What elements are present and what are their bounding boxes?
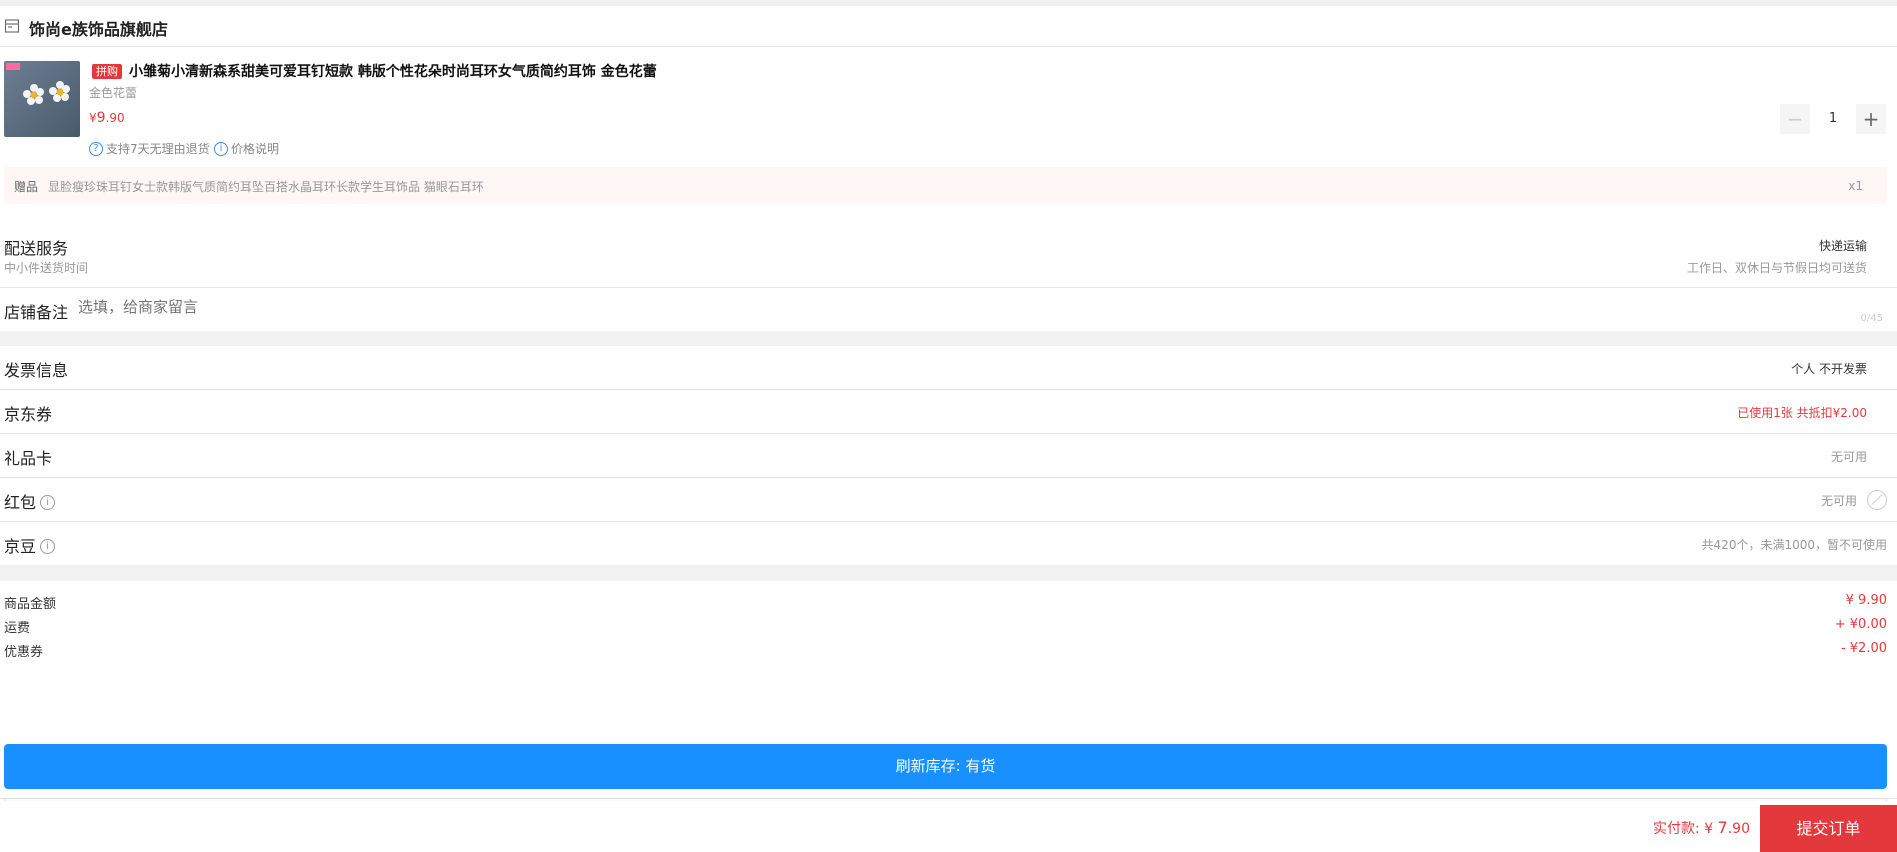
note-count: 0/45 xyxy=(1860,313,1883,324)
delivery-method: 快递运输 xyxy=(1818,239,1867,253)
coupon-row[interactable]: 京东券 已使用1张 共抵扣¥2.00 xyxy=(0,390,1897,433)
coupon-discount-value: - ¥2.00 xyxy=(1840,641,1887,656)
shop-note: 店铺备注 0/45 xyxy=(0,288,1897,331)
redpacket-value: 无可用 xyxy=(1820,494,1857,508)
coupon-label: 京东券 xyxy=(4,405,53,424)
checkout-page: 饰尚e族饰品旗舰店 拼购 小雏菊小清新森系甜美可爱耳钉短款 韩版个性花朵时尚耳环… xyxy=(0,0,1897,852)
invoice-value: 个人 不开发票 xyxy=(1791,362,1867,376)
price-symbol: ¥ xyxy=(89,111,97,125)
quantity-input[interactable]: 1 xyxy=(1810,104,1856,134)
redpacket-title: 红包 i xyxy=(4,489,56,513)
increase-button[interactable]: + xyxy=(1856,104,1886,134)
price-decimal: .90 xyxy=(105,111,125,125)
giftcard-value: 无可用 xyxy=(1830,450,1867,464)
product-title[interactable]: 小雏菊小清新森系甜美可爱耳钉短款 韩版个性花朵时尚耳环女气质简约耳饰 金色花蕾 xyxy=(129,61,657,81)
jingdou-row[interactable]: 京豆 i 共420个，未满1000，暂不可使用 xyxy=(0,522,1897,565)
delivery-sub: 中小件送货时间 xyxy=(4,261,89,275)
price-explain[interactable]: i 价格说明 xyxy=(214,140,279,157)
pay-integer: 7 xyxy=(1717,818,1728,837)
coupon-discount-label: 优惠券 xyxy=(4,645,44,660)
shop-name[interactable]: 饰尚e族饰品旗舰店 xyxy=(29,16,168,40)
daisy-earring-image xyxy=(4,61,80,137)
pay-amount: 实付款: ¥ 7.90 xyxy=(1653,818,1750,838)
product-card: 拼购 小雏菊小清新森系甜美可爱耳钉短款 韩版个性花朵时尚耳环女气质简约耳饰 金色… xyxy=(0,47,1897,222)
gift-bar: 赠品 显脸瘦珍珠耳钉女士款韩版气质简约耳坠百搭水晶耳环长款学生耳饰品 猫眼石耳环… xyxy=(4,167,1887,204)
freight-label: 运费 xyxy=(4,621,31,636)
invoice-row[interactable]: 发票信息 个人 不开发票 xyxy=(0,346,1897,389)
shop-header: 饰尚e族饰品旗舰店 xyxy=(0,6,1897,46)
price-explain-label: 价格说明 xyxy=(231,142,280,156)
giftcard-row[interactable]: 礼品卡 无可用 xyxy=(0,434,1897,477)
redpacket-label: 红包 xyxy=(4,493,37,512)
jingdou-title: 京豆 i xyxy=(4,533,56,557)
freight-value: + ¥0.00 xyxy=(1834,617,1887,632)
price-summary: 商品金额 ¥ 9.90 运费 + ¥0.00 优惠券 - ¥2.00 xyxy=(0,581,1897,693)
invoice-label: 发票信息 xyxy=(4,361,69,380)
info-icon[interactable]: i xyxy=(40,538,56,554)
product-thumbnail[interactable] xyxy=(4,61,80,137)
redpacket-row[interactable]: 红包 i 无可用 xyxy=(0,478,1897,521)
disabled-icon xyxy=(1867,490,1887,510)
note-label: 店铺备注 xyxy=(4,303,69,322)
store-icon xyxy=(4,19,20,33)
pay-decimal: .90 xyxy=(1727,821,1750,837)
product-price: ¥9.90 xyxy=(89,110,125,126)
delivery-service[interactable]: 配送服务 中小件送货时间 快递运输 工作日、双休日与节假日均可送货 xyxy=(0,222,1897,287)
goods-amount-label: 商品金额 xyxy=(4,597,57,612)
jingdou-label: 京豆 xyxy=(4,537,37,556)
coupon-value: 已使用1张 共抵扣¥2.00 xyxy=(1737,406,1867,420)
gift-qty: x1 xyxy=(1848,179,1863,193)
price-integer: 9 xyxy=(96,110,106,126)
note-input[interactable] xyxy=(78,298,1778,316)
bottom-bar: 实付款: ¥ 7.90 提交订单 xyxy=(0,798,1897,852)
gift-label: 赠品 xyxy=(14,180,39,194)
decrease-button[interactable]: − xyxy=(1780,104,1810,134)
return-policy-label: 支持7天无理由退货 xyxy=(106,142,210,156)
delivery-title: 配送服务 xyxy=(4,239,69,258)
bar-edge xyxy=(4,798,1887,801)
goods-amount-value: ¥ 9.90 xyxy=(1845,593,1887,608)
info-icon: i xyxy=(214,141,228,156)
gift-text: 显脸瘦珍珠耳钉女士款韩版气质简约耳坠百搭水晶耳环长款学生耳饰品 猫眼石耳环 xyxy=(48,180,484,194)
question-icon: ? xyxy=(89,141,103,156)
product-spec: 金色花蕾 xyxy=(89,86,138,100)
delivery-time: 工作日、双休日与节假日均可送货 xyxy=(1686,261,1867,275)
pay-label: 实付款: xyxy=(1653,821,1705,837)
submit-order-button[interactable]: 提交订单 xyxy=(1760,805,1897,852)
pay-symbol: ¥ xyxy=(1704,821,1718,837)
refresh-stock-button[interactable]: 刷新库存: 有货 xyxy=(4,744,1887,789)
jingdou-value: 共420个，未满1000，暂不可使用 xyxy=(1701,538,1887,552)
return-policy[interactable]: ? 支持7天无理由退货 xyxy=(89,140,210,157)
giftcard-label: 礼品卡 xyxy=(4,449,53,468)
pingou-badge: 拼购 xyxy=(92,64,122,79)
info-icon[interactable]: i xyxy=(40,494,56,510)
quantity-stepper: − 1 + xyxy=(1780,104,1886,134)
